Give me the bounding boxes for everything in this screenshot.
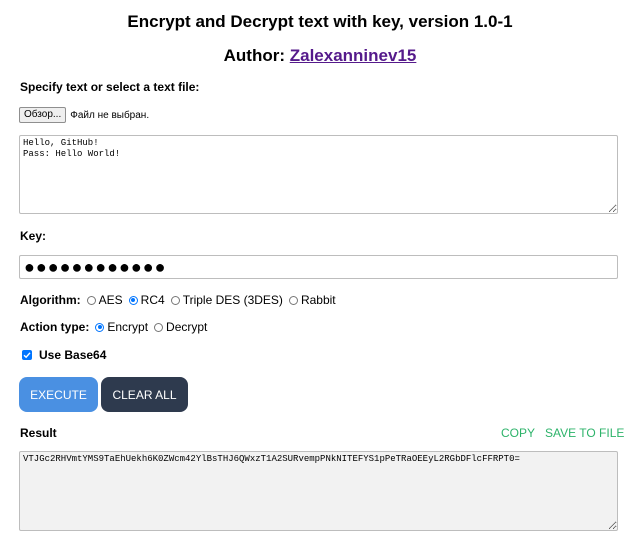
algorithm-option-3des[interactable]: Triple DES (3DES) [170,293,283,307]
action-label: Action type: [20,320,90,334]
algorithm-label: Algorithm: [20,293,81,307]
action-option-decrypt[interactable]: Decrypt [154,320,207,334]
radio-rc4-icon[interactable] [128,295,138,305]
browse-button[interactable]: Обзор... [19,107,67,123]
algorithm-option-label: RC4 [140,293,165,307]
algorithm-option-label: Rabbit [300,293,336,307]
save-to-file-button[interactable]: SAVE TO FILE [545,425,624,441]
action-option-label: Decrypt [166,320,208,334]
key-label: Key: [20,229,47,243]
author-line: Author: Zalexanninev15 [0,44,640,68]
page-title: Encrypt and Decrypt text with key, versi… [127,12,513,31]
base64-option[interactable]: Use Base64 [22,347,106,363]
base64-label: Use Base64 [39,348,107,362]
radio-encrypt-icon[interactable] [95,322,105,332]
copy-button[interactable]: COPY [501,425,535,441]
result-label: Result [20,426,57,440]
algorithm-option-aes[interactable]: AES [86,293,123,307]
checkbox-checked-icon[interactable] [22,350,32,360]
radio-decrypt-icon[interactable] [154,322,164,332]
action-option-label: Encrypt [107,320,149,334]
action-option-encrypt[interactable]: Encrypt [95,320,148,334]
input-textarea[interactable]: Hello, GitHub! Pass: Hello World! [19,135,618,214]
radio-3des-icon[interactable] [170,295,180,305]
file-picker: Обзор... Файл не выбран. [19,106,149,124]
radio-aes-icon[interactable] [86,295,96,305]
key-input[interactable] [19,255,618,279]
execute-button[interactable]: EXECUTE [19,377,98,412]
result-textarea[interactable]: VTJGc2RHVmtYMS9TaEhUekh6K0ZWcm42YlBsTHJ6… [19,451,618,531]
algorithm-row: Algorithm: AES RC4 Triple DES (3DES) Rab… [20,292,342,308]
file-status: Файл не выбран. [70,109,150,121]
algorithm-option-rc4[interactable]: RC4 [128,293,165,307]
algorithm-option-label: AES [98,293,123,307]
algorithm-option-rabbit[interactable]: Rabbit [288,293,336,307]
clear-all-button[interactable]: CLEAR ALL [101,377,188,412]
author-prefix: Author: [223,46,290,65]
author-link[interactable]: Zalexanninev15 [290,46,417,65]
radio-rabbit-icon[interactable] [288,295,298,305]
action-row: Action type: Encrypt Decrypt [20,319,213,335]
algorithm-option-label: Triple DES (3DES) [182,293,283,307]
input-label: Specify text or select a text file: [20,80,200,94]
